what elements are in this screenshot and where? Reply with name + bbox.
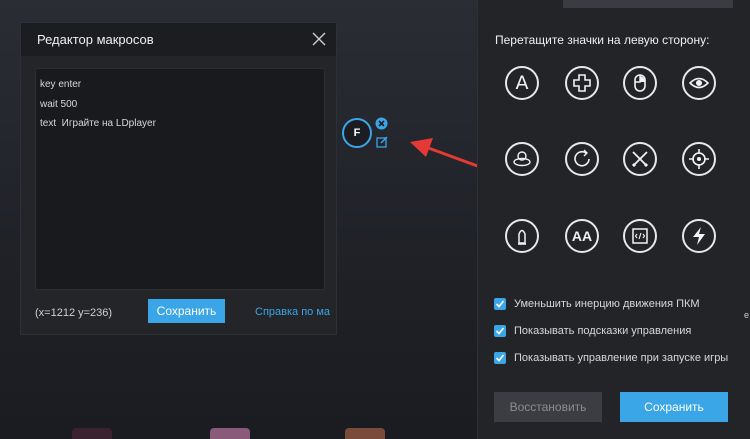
macro-icon[interactable] bbox=[623, 219, 657, 253]
rotate-icon[interactable] bbox=[565, 142, 599, 176]
restore-button[interactable]: Восстановить bbox=[494, 392, 602, 422]
help-link[interactable]: Справка по ма bbox=[255, 306, 335, 318]
option-label: Показывать подсказки управления bbox=[514, 325, 692, 337]
text-icon-glyph: A bbox=[515, 72, 529, 94]
dock-app-icon[interactable] bbox=[345, 428, 385, 439]
remove-key-icon[interactable] bbox=[375, 117, 388, 130]
crosshair-icon[interactable] bbox=[682, 142, 716, 176]
mouse-icon[interactable] bbox=[623, 66, 657, 100]
controls-panel: Перетащите значки на левую сторону: A AA… bbox=[477, 0, 750, 439]
macro-editor-title: Редактор макросов bbox=[37, 32, 154, 47]
panel-heading: Перетащите значки на левую сторону: bbox=[495, 33, 710, 47]
dock-app-icon[interactable] bbox=[210, 428, 250, 439]
text-icon[interactable]: A bbox=[505, 66, 539, 100]
checkbox[interactable] bbox=[494, 352, 506, 364]
cursor-coordinates: (x=1212 y=236) bbox=[35, 307, 113, 319]
checkbox[interactable] bbox=[494, 298, 506, 310]
save-macro-button[interactable]: Сохранить bbox=[148, 299, 225, 323]
save-button[interactable]: Сохранить bbox=[620, 392, 728, 422]
close-icon[interactable] bbox=[310, 30, 328, 48]
edit-key-icon[interactable] bbox=[376, 136, 388, 148]
edge-text: е bbox=[744, 310, 750, 320]
dpad-icon[interactable] bbox=[565, 66, 599, 100]
macro-editor-titlebar: Редактор макросов bbox=[21, 23, 336, 56]
macro-key-f[interactable]: F bbox=[342, 118, 372, 148]
macro-editor-window: Редактор макросов key enter wait 500 tex… bbox=[20, 22, 337, 335]
checkbox[interactable] bbox=[494, 325, 506, 337]
eye-icon[interactable] bbox=[682, 66, 716, 100]
panel-tab[interactable] bbox=[563, 0, 733, 8]
dock-app-icon[interactable] bbox=[72, 428, 112, 439]
option-label: Показывать управление при запуске игры bbox=[514, 352, 729, 364]
bullet-icon[interactable] bbox=[505, 219, 539, 253]
rotate-view-icon[interactable] bbox=[505, 142, 539, 176]
double-text-icon-glyph: AA bbox=[571, 228, 593, 244]
macro-script-textarea[interactable]: key enter wait 500 text Играйте на LDpla… bbox=[35, 68, 325, 290]
swords-icon[interactable] bbox=[623, 142, 657, 176]
double-text-icon[interactable]: AA bbox=[565, 219, 599, 253]
lightning-icon[interactable] bbox=[682, 219, 716, 253]
option-label: Уменьшить инерцию движения ПКМ bbox=[514, 298, 700, 310]
